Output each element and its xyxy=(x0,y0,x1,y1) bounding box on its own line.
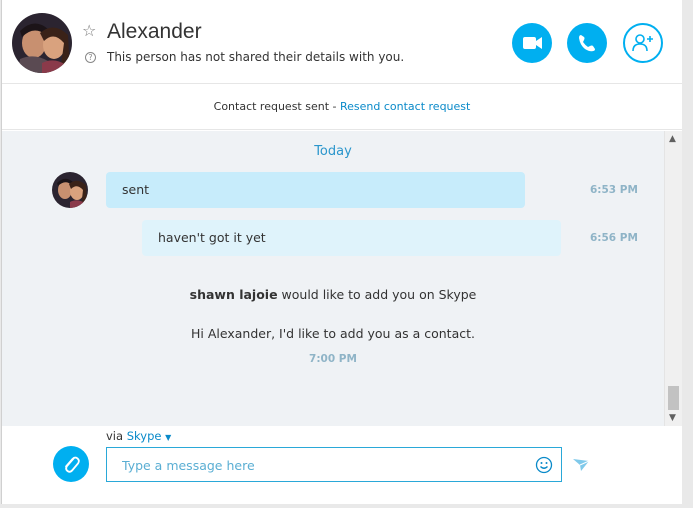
message-composer: via Skype ▼ xyxy=(2,426,682,504)
message-timestamp: 6:53 PM xyxy=(590,184,638,196)
via-label: via xyxy=(106,429,127,443)
add-people-button[interactable] xyxy=(623,23,663,63)
resend-contact-request-link[interactable]: Resend contact request xyxy=(340,100,470,113)
scroll-up-arrow-icon[interactable]: ▲ xyxy=(669,134,676,144)
chevron-down-icon[interactable]: ▼ xyxy=(165,433,171,442)
add-person-icon xyxy=(632,34,653,52)
day-separator: Today xyxy=(314,144,352,159)
info-icon: ? xyxy=(85,52,96,63)
message-history: Today sent 6:53 PM haven't got it yet 6:… xyxy=(2,131,664,426)
chat-window: ☆ Alexander ? This person has not shared… xyxy=(1,0,682,504)
conversation-header: ☆ Alexander ? This person has not shared… xyxy=(2,0,682,84)
chat-scrollbar[interactable]: ▲ ▼ xyxy=(664,131,682,426)
requester-name: shawn lajoie xyxy=(189,287,278,302)
phone-icon xyxy=(579,35,595,52)
contact-request-notice: shawn lajoie would like to add you on Sk… xyxy=(2,287,664,302)
contact-name: Alexander xyxy=(107,20,202,43)
message-timestamp: 7:00 PM xyxy=(309,353,357,365)
message-bubble[interactable]: sent xyxy=(106,172,525,208)
window-edge xyxy=(683,0,693,508)
favorite-star-icon[interactable]: ☆ xyxy=(82,22,100,40)
scrollbar-thumb[interactable] xyxy=(668,386,679,410)
emoticon-icon[interactable] xyxy=(535,456,553,474)
video-call-button[interactable] xyxy=(512,23,552,63)
video-camera-icon xyxy=(523,37,542,49)
message-timestamp: 6:56 PM xyxy=(590,232,638,244)
contact-status-text: This person has not shared their details… xyxy=(107,50,405,64)
message-input[interactable] xyxy=(122,456,522,474)
paperclip-icon xyxy=(65,456,80,473)
contact-request-status: Contact request sent - xyxy=(213,100,340,113)
message-input-box[interactable] xyxy=(106,447,562,482)
contact-request-bar: Contact request sent - Resend contact re… xyxy=(2,85,682,130)
contact-avatar[interactable] xyxy=(12,13,72,73)
via-service-selector[interactable]: via Skype ▼ xyxy=(106,429,171,443)
message-bubble[interactable]: haven't got it yet xyxy=(142,220,561,256)
contact-request-action: would like to add you on Skype xyxy=(277,287,477,302)
scroll-down-arrow-icon[interactable]: ▼ xyxy=(669,413,676,423)
contact-request-message: Hi Alexander, I'd like to add you as a c… xyxy=(191,326,475,341)
audio-call-button[interactable] xyxy=(567,23,607,63)
attach-button[interactable] xyxy=(53,446,89,482)
send-icon[interactable] xyxy=(572,457,590,473)
service-name[interactable]: Skype xyxy=(127,429,162,443)
message-avatar[interactable] xyxy=(52,172,88,208)
